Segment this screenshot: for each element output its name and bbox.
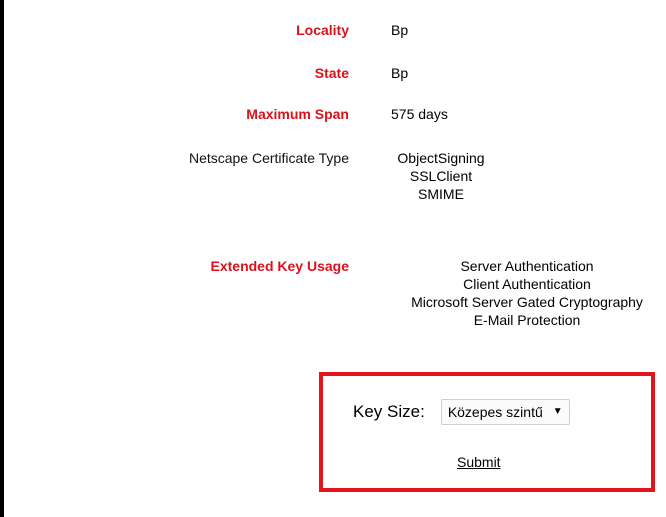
submit-link[interactable]: Submit — [457, 454, 501, 470]
netscape-certificate-type-label: Netscape Certificate Type — [188, 150, 349, 166]
netscape-certificate-type-values: ObjectSigning SSLClient SMIME — [388, 149, 494, 203]
dropdown-arrow-icon: ▼ — [552, 406, 563, 417]
left-border-rule — [0, 0, 4, 517]
key-size-label: Key Size: — [353, 402, 425, 421]
key-usage-item: E-Mail Protection — [473, 312, 581, 328]
state-value: Bp — [391, 65, 409, 81]
key-usage-item: Microsoft Server Gated Cryptography — [411, 294, 643, 310]
state-label: State — [314, 65, 349, 81]
key-size-highlight-box: Key Size: Közepes szintű ▼ Submit — [319, 372, 655, 492]
netscape-type-item: SSLClient — [409, 168, 473, 184]
locality-value: Bp — [391, 22, 409, 38]
locality-label: Locality — [296, 22, 349, 38]
netscape-type-item: SMIME — [418, 186, 464, 202]
key-usage-item: Client Authentication — [463, 276, 591, 292]
maximum-span-label: Maximum Span — [246, 106, 349, 122]
key-size-selected-value: Közepes szintű — [447, 404, 543, 420]
key-size-select[interactable]: Közepes szintű ▼ — [440, 399, 570, 425]
netscape-type-item: ObjectSigning — [397, 150, 485, 166]
key-usage-item: Server Authentication — [460, 258, 594, 274]
extended-key-usage-label: Extended Key Usage — [210, 258, 350, 274]
maximum-span-value: 575 days — [391, 106, 448, 122]
extended-key-usage-values: Server Authentication Client Authenticat… — [388, 257, 666, 329]
key-size-row: Key Size: Közepes szintű ▼ — [353, 398, 570, 426]
